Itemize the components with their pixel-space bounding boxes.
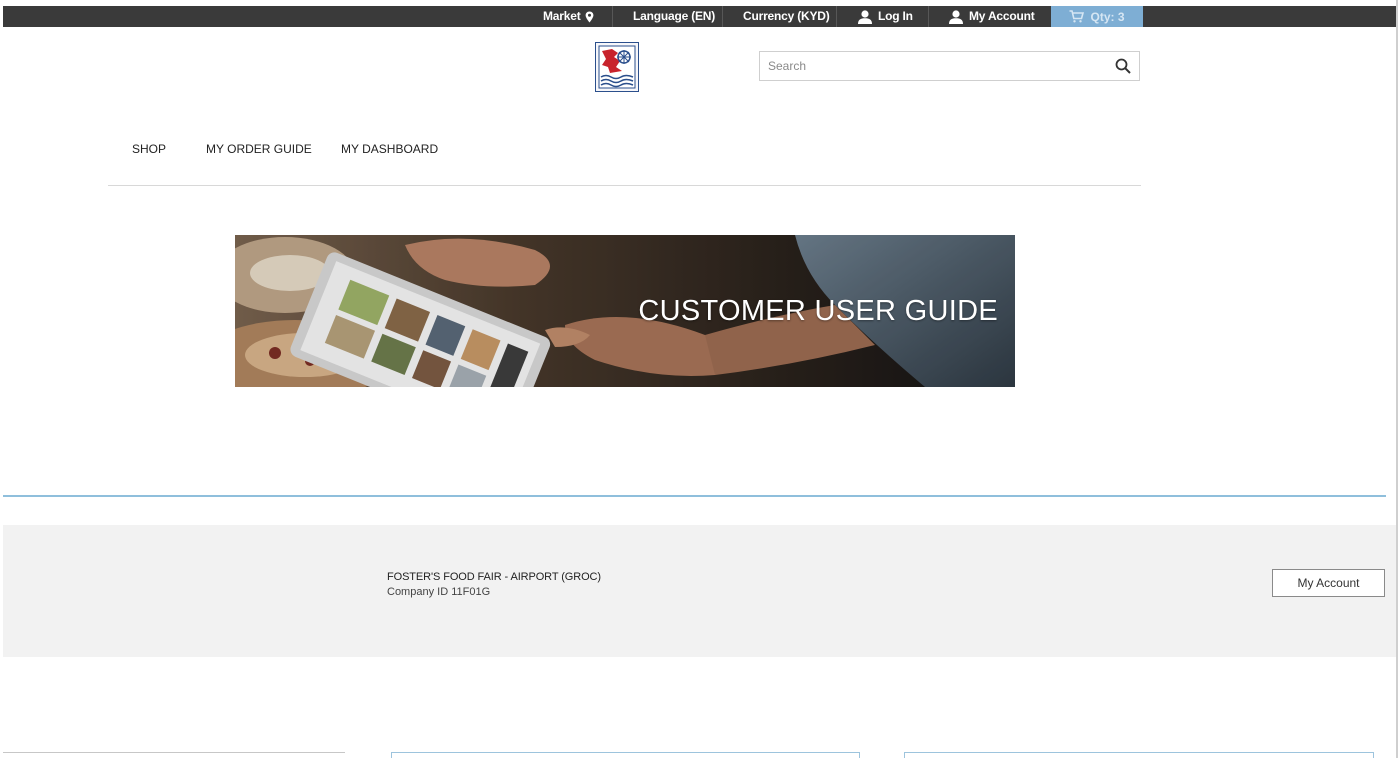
topbar-divider	[836, 6, 837, 27]
company-id-line: Company ID 11F01G	[387, 586, 490, 598]
topbar-divider	[928, 6, 929, 27]
search-icon[interactable]	[1115, 58, 1131, 74]
company-name: FOSTER'S FOOD FAIR - AIRPORT (GROC)	[387, 571, 601, 583]
nav-my-dashboard[interactable]: MY DASHBOARD	[341, 142, 438, 156]
nav-divider	[108, 185, 1141, 186]
company-id-value: 11F01G	[451, 586, 491, 598]
language-selector[interactable]: Language (EN)	[633, 6, 715, 27]
cart-icon	[1069, 10, 1085, 23]
currency-selector[interactable]: Currency (KYD)	[743, 6, 830, 27]
login-label: Log In	[878, 9, 913, 23]
map-pin-icon	[586, 11, 594, 22]
user-icon	[949, 9, 963, 24]
cart-quantity: Qty: 3	[1090, 9, 1125, 24]
bottom-card-left	[3, 752, 345, 758]
market-selector[interactable]: Market	[543, 6, 594, 27]
my-account-link[interactable]: My Account	[948, 6, 1035, 27]
bottom-card-middle	[391, 752, 860, 758]
company-logo[interactable]	[595, 42, 639, 92]
nav-shop[interactable]: SHOP	[132, 142, 166, 156]
banner-title: CUSTOMER USER GUIDE	[638, 295, 998, 327]
user-guide-banner[interactable]: CUSTOMER USER GUIDE	[235, 235, 1015, 387]
language-label: Language (EN)	[633, 9, 716, 23]
login-link[interactable]: Log In	[857, 6, 913, 27]
market-label: Market	[543, 9, 581, 23]
search-box	[759, 51, 1140, 81]
company-id-label: Company ID	[387, 586, 449, 598]
page: Market Language (EN) Currency (KYD) Log …	[0, 0, 1398, 758]
bottom-card-right	[904, 752, 1374, 758]
search-input[interactable]	[760, 52, 1108, 80]
my-account-button[interactable]: My Account	[1272, 569, 1385, 597]
user-icon	[858, 9, 872, 24]
currency-label: Currency (KYD)	[743, 9, 830, 23]
crest-logo-icon	[598, 45, 636, 89]
my-account-label: My Account	[969, 9, 1035, 23]
topbar-divider	[612, 6, 613, 27]
nav-my-order-guide[interactable]: MY ORDER GUIDE	[206, 142, 312, 156]
top-utility-bar: Market Language (EN) Currency (KYD) Log …	[3, 6, 1396, 27]
section-divider	[3, 495, 1386, 497]
account-info-strip: FOSTER'S FOOD FAIR - AIRPORT (GROC) Comp…	[3, 525, 1396, 657]
cart-button[interactable]: Qty: 3	[1051, 6, 1143, 27]
topbar-divider	[722, 6, 723, 27]
